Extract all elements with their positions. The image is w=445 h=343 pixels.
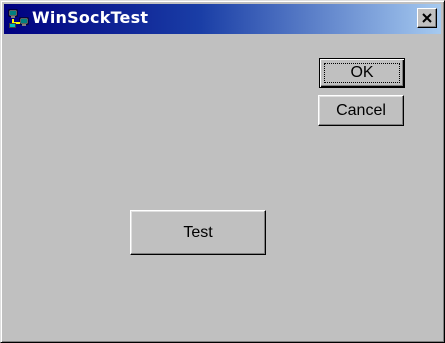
ok-button[interactable]: OK (319, 58, 405, 88)
test-button-label: Test (183, 224, 213, 241)
ok-button-label: OK (350, 64, 374, 81)
title-bar[interactable]: WinSockTest (4, 4, 441, 34)
window-title: WinSockTest (32, 8, 149, 27)
dialog-window: WinSockTest OK Cancel Test (0, 0, 445, 343)
cancel-button-label: Cancel (336, 102, 386, 119)
cancel-button[interactable]: Cancel (318, 95, 404, 126)
focus-rect: OK (324, 63, 400, 83)
test-button[interactable]: Test (130, 210, 266, 255)
close-icon (422, 13, 432, 23)
app-network-icon (8, 9, 30, 29)
close-button[interactable] (417, 8, 437, 28)
